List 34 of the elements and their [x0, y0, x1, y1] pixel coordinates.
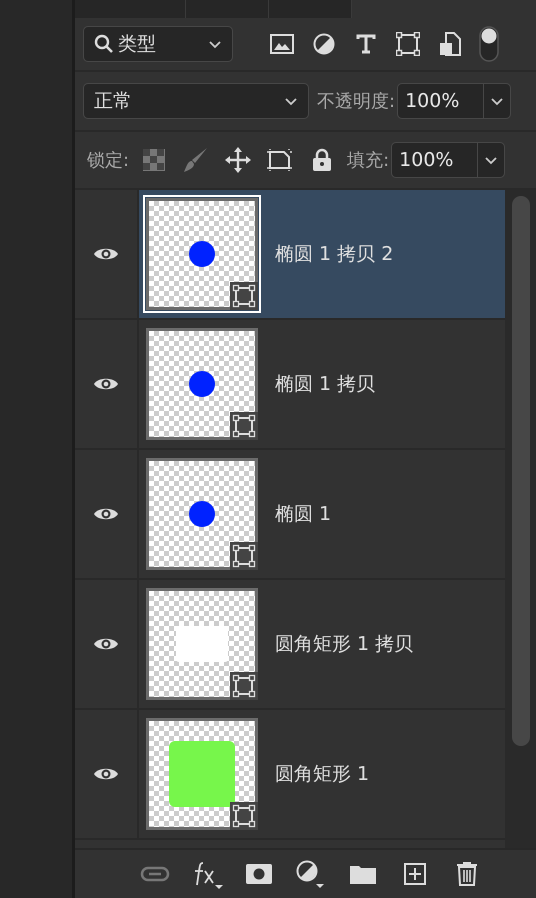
fill-label: 填充: — [347, 149, 390, 172]
toggle-switch[interactable] — [479, 26, 499, 62]
layer-name: 圆角矩形 1 — [275, 762, 370, 787]
eye-icon[interactable] — [93, 376, 119, 392]
opacity-field[interactable]: 100% — [397, 83, 512, 119]
layer-name: 椭圆 1 拷贝 — [275, 372, 376, 397]
shape-layer-icon — [230, 412, 258, 440]
layer-row[interactable]: 椭圆 1 拷贝 2 — [139, 190, 505, 318]
eye-icon[interactable] — [93, 636, 119, 652]
layer-name: 椭圆 1 拷贝 2 — [275, 242, 394, 267]
layer-row[interactable]: 圆角矩形 1 — [139, 710, 505, 838]
shape-layer-icon — [230, 282, 258, 310]
layer-name: 圆角矩形 1 拷贝 — [275, 632, 414, 657]
opacity-label: 不透明度: — [317, 90, 396, 113]
scrollbar-thumb[interactable] — [512, 196, 530, 746]
shape-layer-icon — [230, 802, 258, 830]
layer-name: 椭圆 1 — [275, 502, 332, 527]
chevron-down-icon — [490, 96, 504, 106]
chevron-down-icon — [284, 96, 298, 106]
eye-icon[interactable] — [93, 246, 119, 262]
lock-label: 锁定: — [87, 149, 130, 172]
chevron-down-icon — [208, 39, 222, 49]
filter-dropdown[interactable]: 类型 — [83, 26, 233, 62]
search-icon — [94, 34, 114, 54]
fill-field[interactable]: 100% — [391, 142, 506, 178]
blend-mode-dropdown[interactable]: 正常 — [83, 83, 309, 119]
eye-icon[interactable] — [93, 506, 119, 522]
shape-layer-icon — [230, 672, 258, 700]
layer-row[interactable]: 圆角矩形 1 拷贝 — [139, 580, 505, 708]
chevron-down-icon — [484, 155, 498, 165]
eye-icon[interactable] — [93, 766, 119, 782]
shape-layer-icon — [230, 542, 258, 570]
layer-row[interactable]: 椭圆 1 拷贝 — [139, 320, 505, 448]
layer-row[interactable]: 椭圆 1 — [139, 450, 505, 578]
